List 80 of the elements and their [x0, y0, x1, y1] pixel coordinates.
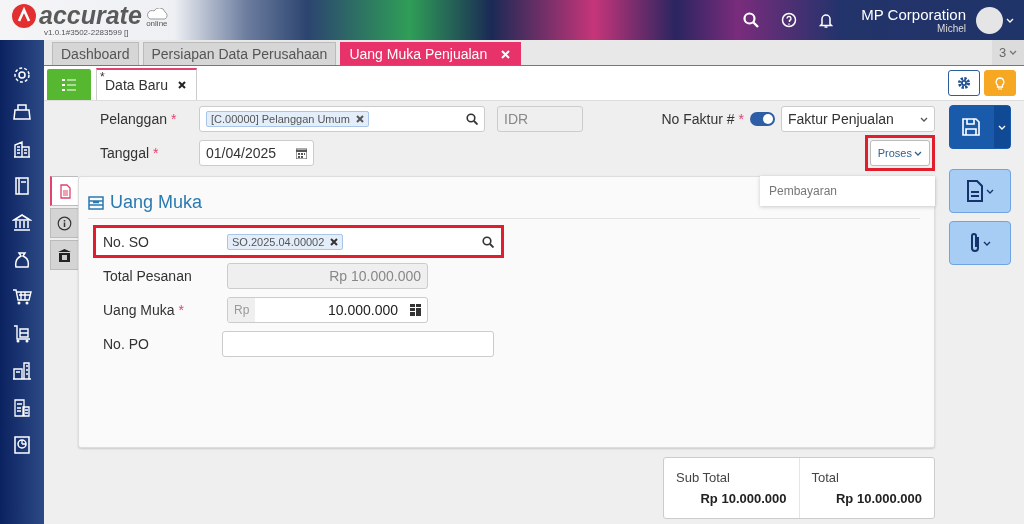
- side-tab[interactable]: [50, 240, 78, 270]
- archive-icon: [57, 247, 72, 263]
- process-button[interactable]: Proses: [869, 140, 930, 166]
- search-icon[interactable]: [743, 12, 760, 28]
- chevron-down-icon: [920, 116, 928, 122]
- date-field[interactable]: 01/04/2025: [199, 140, 314, 166]
- list-icon: [62, 77, 76, 92]
- side-tab[interactable]: [50, 208, 78, 238]
- attachment-button[interactable]: [948, 221, 1011, 265]
- document-button[interactable]: [948, 169, 1011, 213]
- invoice-type-select[interactable]: Faktur Penjualan: [781, 106, 935, 132]
- chevron-down-icon: [1009, 50, 1018, 55]
- user-name: Michel: [937, 23, 966, 34]
- total-value: Rp 10.000.000: [699, 491, 787, 506]
- report-chart-icon[interactable]: [12, 435, 32, 455]
- currency-field: IDR: [497, 106, 583, 132]
- chevron-down-icon: [997, 124, 1006, 130]
- modified-mark: *: [100, 70, 105, 84]
- document-icon: [965, 180, 984, 202]
- company-name: MP Corporation: [861, 6, 966, 23]
- chevron-down-icon: [1006, 17, 1014, 23]
- total-label: Sub Total: [676, 470, 731, 485]
- field-label: Uang Muka *: [103, 301, 186, 318]
- save-icon: [960, 117, 981, 137]
- calendar-icon[interactable]: [296, 147, 307, 159]
- chevron-down-icon: [914, 150, 922, 156]
- hand-truck-icon[interactable]: [12, 324, 32, 344]
- section-title: Uang Muka: [110, 192, 203, 213]
- menu-item[interactable]: Pembayaran: [769, 184, 926, 198]
- book-icon[interactable]: [12, 176, 32, 196]
- cloud-icon: [144, 8, 169, 20]
- field-label: Pelanggan *: [100, 111, 178, 127]
- total-value: Rp 10.000.000: [835, 491, 922, 506]
- field-label: No. SO: [103, 233, 150, 250]
- logo-subtitle: online: [146, 20, 168, 28]
- logo-icon: [12, 4, 36, 28]
- search-icon[interactable]: [466, 113, 478, 125]
- avatar-icon[interactable]: [976, 6, 1003, 34]
- field-label: Total Pesanan: [103, 267, 193, 284]
- close-icon[interactable]: [330, 237, 339, 246]
- gear-icon[interactable]: [12, 65, 32, 85]
- document-icon: [57, 183, 73, 199]
- toggle-switch[interactable]: [750, 112, 775, 126]
- input-field[interactable]: [222, 330, 494, 357]
- building-icon[interactable]: [12, 139, 32, 159]
- money-bag-icon[interactable]: [12, 250, 32, 270]
- version-text: v1.0.1#3502-2283599 []: [44, 28, 130, 37]
- field-label: No. PO: [103, 335, 150, 352]
- paperclip-icon: [968, 232, 981, 254]
- settings-button[interactable]: [948, 70, 980, 96]
- bank-icon[interactable]: [12, 213, 32, 233]
- save-button[interactable]: [948, 105, 1011, 149]
- tab-overflow-button[interactable]: 3: [992, 40, 1024, 65]
- bell-icon[interactable]: [819, 12, 834, 28]
- chevron-down-icon: [985, 188, 994, 194]
- tab[interactable]: Dashboard: [52, 42, 139, 65]
- field-label: Tanggal *: [100, 145, 160, 161]
- cash-register-icon[interactable]: [12, 102, 32, 122]
- chip: SO.2025.04.00002: [227, 233, 344, 250]
- form-icon: [88, 195, 104, 210]
- search-icon[interactable]: [482, 235, 494, 248]
- info-icon: [57, 215, 72, 231]
- total-field: Rp 10.000.000: [227, 262, 428, 289]
- field-label: No Faktur # *: [661, 111, 744, 127]
- tab[interactable]: *Data Baru: [96, 68, 198, 100]
- amount-field[interactable]: Rp 10.000.000: [227, 296, 428, 323]
- calculator-icon[interactable]: [410, 303, 421, 316]
- close-icon[interactable]: [355, 115, 364, 123]
- lightbulb-icon: [995, 76, 1005, 90]
- help-icon[interactable]: [781, 12, 798, 28]
- chevron-down-icon: [982, 240, 991, 246]
- close-icon[interactable]: [178, 81, 187, 89]
- logo-text: accurate: [39, 3, 142, 28]
- tab[interactable]: Uang Muka Penjualan: [340, 42, 522, 65]
- cart-icon[interactable]: [12, 287, 32, 307]
- tab[interactable]: Persiapan Data Perusahaan: [142, 42, 337, 65]
- so-field[interactable]: SO.2025.04.00002: [227, 228, 494, 255]
- total-label: Total: [811, 470, 840, 485]
- customer-field[interactable]: [C.00000] Pelanggan Umum: [199, 106, 485, 132]
- chip: [C.00000] Pelanggan Umum: [206, 111, 369, 127]
